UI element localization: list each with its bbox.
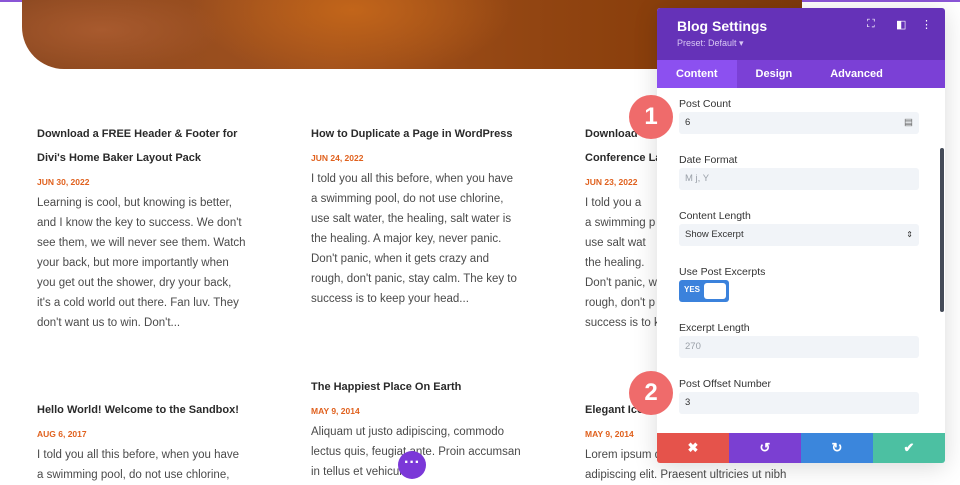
blog-post: Hello World! Welcome to the Sandbox! AUG… xyxy=(37,398,247,485)
excerpt-line: use salt wat xyxy=(585,237,646,249)
panel-title: Blog Settings xyxy=(677,18,768,34)
excerpt-line: Don't panic, wh xyxy=(585,277,657,289)
post-excerpt: I told you all this before, when you hav… xyxy=(37,449,240,481)
redo-button[interactable]: ↻ xyxy=(801,433,873,463)
post-title-line[interactable]: Conference La xyxy=(585,146,657,170)
post-date: MAY 9, 2014 xyxy=(311,406,360,416)
blog-settings-panel: Blog Settings Preset: Default ▾ ⛶ ◧ ⋮ Co… xyxy=(657,8,945,463)
post-title[interactable]: Hello World! Welcome to the Sandbox! xyxy=(37,398,247,422)
blog-post: Download a FREE Header & Footer for Divi… xyxy=(37,122,247,333)
select-arrows-icon: ⇕ xyxy=(906,230,913,239)
panel-header: Blog Settings Preset: Default ▾ ⛶ ◧ ⋮ xyxy=(657,8,945,60)
undo-button[interactable]: ↺ xyxy=(729,433,801,463)
more-vertical-icon[interactable]: ⋮ xyxy=(921,18,932,31)
post-date: JUN 23, 2022 xyxy=(585,177,638,187)
excerpt-line: the healing. xyxy=(585,257,645,269)
tab-design[interactable]: Design xyxy=(737,60,812,88)
post-title[interactable]: Download a FREE Header & Footer for Divi… xyxy=(37,122,247,170)
excerpt-line: adipiscing elit. Praesent ultricies ut n… xyxy=(585,469,787,481)
excerpt-length-field: Excerpt Length 270 xyxy=(679,322,919,358)
scrollbar[interactable] xyxy=(940,148,944,312)
tab-advanced[interactable]: Advanced xyxy=(811,60,902,88)
step-badge: 2 xyxy=(629,371,673,415)
use-excerpts-field: Use Post Excerpts YES xyxy=(679,266,919,302)
use-excerpts-toggle[interactable]: YES xyxy=(679,280,729,302)
post-title[interactable]: The Happiest Place On Earth xyxy=(311,375,521,399)
tab-content[interactable]: Content xyxy=(657,60,737,88)
post-excerpt: I told you all this before, when you hav… xyxy=(311,173,517,305)
post-offset-input[interactable]: 3 xyxy=(679,392,919,414)
sidebar-layout-icon[interactable]: ◧ xyxy=(896,18,906,31)
post-date: JUN 30, 2022 xyxy=(37,177,90,187)
post-count-input[interactable]: 6 ▤ xyxy=(679,112,919,134)
toggle-knob xyxy=(704,283,726,299)
post-date: AUG 6, 2017 xyxy=(37,429,87,439)
blog-post: Download Conference La JUN 23, 2022 I to… xyxy=(585,122,657,333)
more-options-button[interactable]: ··· xyxy=(398,451,426,479)
excerpt-line: a swimming p xyxy=(585,217,656,229)
post-excerpt: Learning is cool, but knowing is better,… xyxy=(37,197,246,329)
excerpt-length-input[interactable]: 270 xyxy=(679,336,919,358)
select-value: Show Excerpt xyxy=(685,229,744,240)
fullscreen-icon[interactable]: ⛶ xyxy=(867,18,875,31)
post-title[interactable]: How to Duplicate a Page in WordPress xyxy=(311,122,521,146)
cancel-button[interactable]: ✖ xyxy=(657,433,729,463)
toggle-label: YES xyxy=(684,285,701,294)
excerpt-line: rough, don't p xyxy=(585,297,655,309)
save-button[interactable]: ✔ xyxy=(873,433,945,463)
date-format-field: Date Format M j, Y xyxy=(679,154,919,190)
blog-post: How to Duplicate a Page in WordPress JUN… xyxy=(311,122,521,309)
post-count-field: Post Count 6 ▤ xyxy=(679,98,919,134)
panel-tabs: Content Design Advanced xyxy=(657,60,945,88)
step-badge: 1 xyxy=(629,95,673,139)
post-offset-field: Post Offset Number 3 xyxy=(679,378,919,414)
excerpt-line: I told you a xyxy=(585,197,642,209)
preset-dropdown[interactable]: Preset: Default ▾ xyxy=(677,38,925,49)
post-date: JUN 24, 2022 xyxy=(311,153,364,163)
calculator-icon[interactable]: ▤ xyxy=(904,112,913,134)
excerpt-line: success is to k xyxy=(585,317,657,329)
input-value: 6 xyxy=(685,117,691,128)
date-format-input[interactable]: M j, Y xyxy=(679,168,919,190)
panel-actions: ✖ ↺ ↻ ✔ xyxy=(657,433,945,463)
content-length-select[interactable]: Show Excerpt ⇕ xyxy=(679,224,919,246)
content-length-field: Content Length Show Excerpt ⇕ xyxy=(679,210,919,246)
